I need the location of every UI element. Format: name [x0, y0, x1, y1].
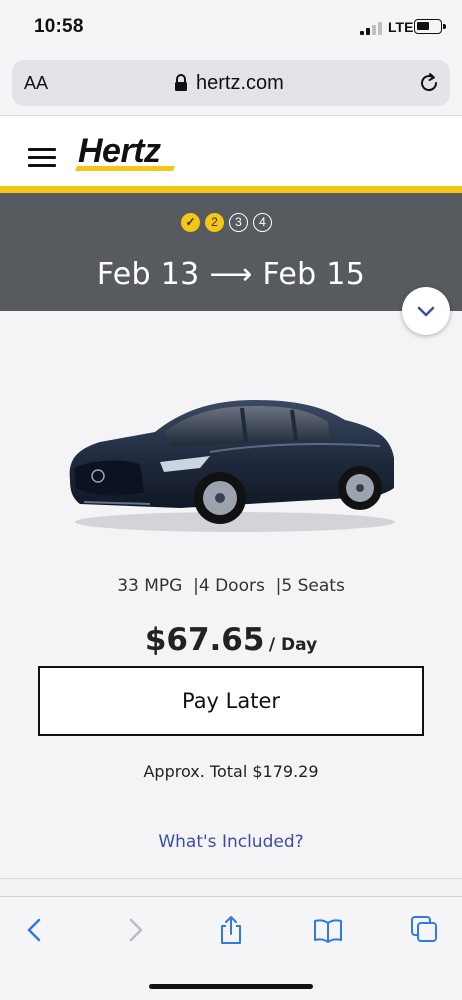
back-icon[interactable]	[20, 915, 50, 945]
url-text: hertz.com	[196, 72, 284, 94]
spec-mpg: 33 MPG	[117, 576, 183, 596]
spec-divider: |	[270, 576, 282, 596]
site-header: Hertz	[0, 116, 462, 186]
brand-stripe	[0, 186, 462, 193]
booking-banner: ✓ 2 3 4 Feb 13 ⟶ Feb 15	[0, 193, 462, 311]
expand-button[interactable]	[402, 287, 450, 335]
tabs-icon[interactable]	[410, 915, 440, 945]
status-bar: 10:58 LTE	[0, 0, 462, 56]
network-label: LTE	[388, 19, 414, 35]
daily-price: $67.65	[144, 622, 265, 658]
address-bar[interactable]: AA hertz.com	[12, 60, 450, 106]
price-unit: / Day	[268, 635, 318, 655]
spec-seats: 5 Seats	[281, 576, 345, 596]
chevron-down-icon	[417, 306, 435, 317]
arrow-icon: ⟶	[209, 257, 253, 292]
browser-address-area: AA hertz.com	[0, 56, 462, 116]
step-4: 4	[253, 213, 272, 232]
hertz-logo[interactable]: Hertz	[78, 132, 161, 171]
forward-icon[interactable]	[120, 915, 150, 945]
approx-total: Approx. Total $179.29	[143, 762, 319, 781]
spec-divider: |	[187, 576, 199, 596]
vehicle-specs: 33 MPG |4 Doors |5 Seats	[0, 576, 462, 596]
battery-icon	[414, 19, 446, 34]
car-image	[69, 400, 395, 532]
text-size-button[interactable]: AA	[24, 73, 48, 94]
pickup-date: Feb 13	[96, 257, 200, 292]
return-date: Feb 15	[262, 257, 366, 292]
pay-later-button[interactable]: Pay Later	[38, 666, 424, 736]
step-1-complete: ✓	[181, 213, 200, 232]
whats-included-link[interactable]: What's Included?	[0, 832, 462, 852]
share-icon[interactable]	[216, 915, 246, 945]
reload-icon[interactable]	[418, 72, 440, 94]
bookmarks-icon[interactable]	[313, 915, 343, 945]
date-range: Feb 13 ⟶ Feb 15	[0, 257, 462, 292]
lock-icon	[175, 74, 187, 91]
status-time: 10:58	[34, 16, 84, 37]
step-3: 3	[229, 213, 248, 232]
signal-icon	[360, 22, 382, 35]
home-indicator	[149, 984, 313, 989]
step-2-current: 2	[205, 213, 224, 232]
spec-doors: 4 Doors	[198, 576, 265, 596]
menu-icon[interactable]	[28, 148, 56, 168]
price-row: $67.65 / Day	[0, 622, 462, 658]
